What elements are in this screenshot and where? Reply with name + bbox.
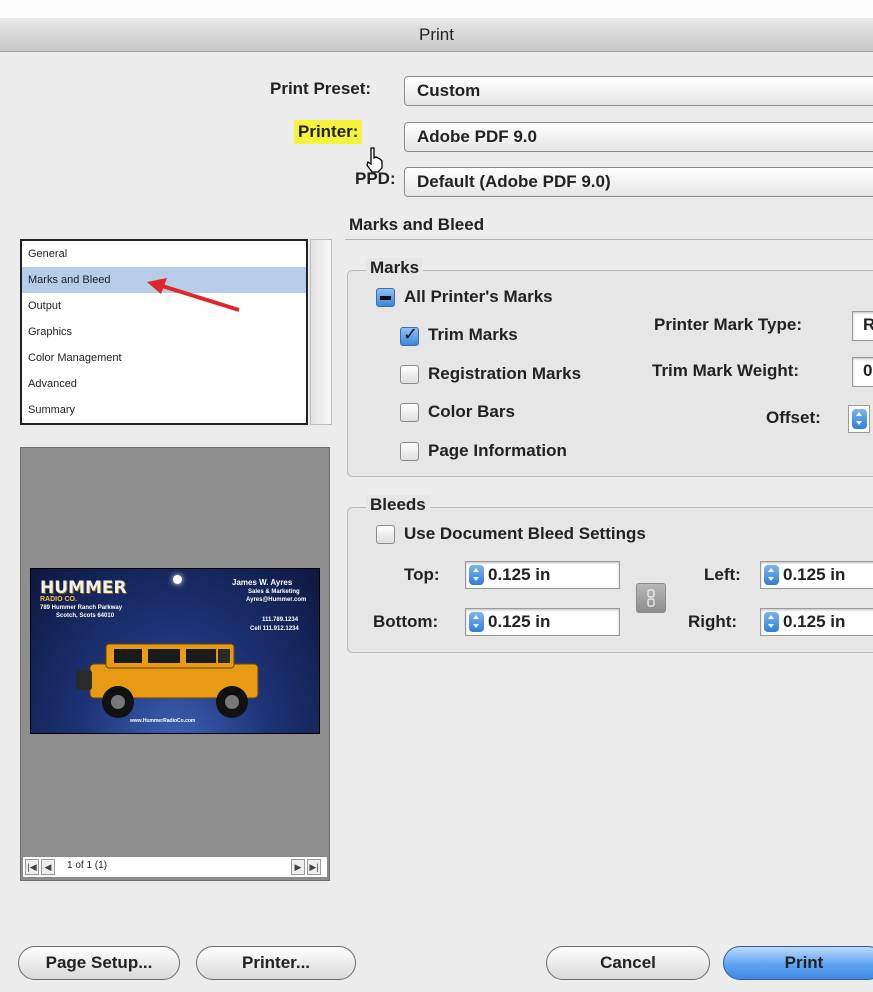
card-name: James W. Ayres — [232, 578, 293, 587]
bleed-right-value: 0.125 in — [783, 612, 846, 631]
trim-mark-weight-value: 0 — [863, 361, 873, 380]
last-page-icon[interactable]: ▶| — [307, 859, 321, 875]
offset-field[interactable] — [848, 405, 870, 433]
page-information-label: Page Information — [428, 441, 567, 460]
card-phone: 111.789.1234 — [262, 617, 299, 623]
bleed-bottom-stepper-icon[interactable] — [469, 612, 484, 632]
offset-label: Offset: — [766, 408, 821, 427]
color-bars-label: Color Bars — [428, 402, 515, 421]
all-printers-marks-checkbox[interactable] — [376, 288, 395, 307]
previous-page-icon[interactable]: ◀ — [41, 859, 55, 875]
preview-pager: |◀ ◀ 1 of 1 (1) ▶ ▶| — [22, 856, 328, 878]
card-logo: HUMMER — [40, 578, 127, 598]
page-information-checkbox[interactable] — [400, 442, 419, 461]
registration-marks-checkbox[interactable] — [400, 365, 419, 384]
moon-decoration — [173, 575, 182, 584]
bleed-right-field[interactable]: 0.125 in — [760, 608, 873, 636]
trim-marks-checkbox[interactable]: ✓ — [400, 324, 419, 346]
section-divider — [345, 239, 873, 240]
bleed-left-value: 0.125 in — [783, 565, 846, 584]
use-document-bleed-label: Use Document Bleed Settings — [404, 524, 646, 543]
category-item-graphics[interactable]: Graphics — [22, 319, 306, 345]
printer-mark-type-value: R — [863, 315, 873, 334]
bleeds-group-title: Bleeds — [366, 495, 430, 515]
bleed-top-label: Top: — [404, 565, 440, 584]
page-setup-button[interactable]: Page Setup... — [18, 946, 180, 980]
link-bleed-settings-button[interactable] — [636, 583, 666, 613]
chain-link-icon — [647, 589, 655, 607]
registration-marks-label: Registration Marks — [428, 364, 582, 383]
printer-mark-type-label: Printer Mark Type: — [654, 315, 803, 334]
top-margin — [0, 0, 873, 18]
color-bars-checkbox[interactable] — [400, 403, 419, 422]
card-email: Ayres@Hummer.com — [246, 597, 307, 603]
next-page-icon[interactable]: ▶ — [291, 859, 305, 875]
first-page-icon[interactable]: |◀ — [25, 859, 39, 875]
use-document-bleed-checkbox[interactable] — [376, 525, 395, 544]
trim-mark-weight-popup[interactable]: 0 — [852, 357, 873, 387]
page-indicator: 1 of 1 (1) — [67, 860, 108, 871]
annotation-arrow-icon — [147, 278, 240, 312]
bleed-top-stepper-icon[interactable] — [469, 565, 484, 585]
cancel-button[interactable]: Cancel — [546, 946, 710, 980]
bleed-top-field[interactable]: 0.125 in — [465, 561, 620, 589]
bleed-right-stepper-icon[interactable] — [764, 612, 779, 632]
printer-label: Printer: — [294, 120, 363, 144]
all-printers-marks-label: All Printer's Marks — [404, 287, 553, 306]
card-logo-subtitle: RADIO CO. — [40, 596, 77, 603]
category-item-advanced[interactable]: Advanced — [22, 371, 306, 397]
bleed-left-field[interactable]: 0.125 in — [760, 561, 873, 589]
bleed-left-stepper-icon[interactable] — [764, 565, 779, 585]
printer-value: Adobe PDF 9.0 — [417, 127, 537, 146]
print-preset-label: Print Preset: — [270, 79, 372, 98]
printer-popup[interactable]: Adobe PDF 9.0 — [404, 122, 873, 152]
printer-button[interactable]: Printer... — [196, 946, 356, 980]
bleed-top-value: 0.125 in — [488, 565, 551, 584]
bleed-bottom-field[interactable]: 0.125 in — [465, 608, 620, 636]
bleed-left-label: Left: — [704, 565, 741, 584]
card-title: Sales & Marketing — [248, 589, 300, 595]
print-preset-value: Custom — [417, 81, 481, 100]
category-item-summary[interactable]: Summary — [22, 397, 306, 423]
section-title: Marks and Bleed — [349, 215, 485, 234]
bleed-right-label: Right: — [688, 612, 738, 631]
card-address-line-2: Scotch, Scots 64010 — [56, 613, 115, 619]
window-title: Print — [0, 18, 873, 52]
print-button[interactable]: Print — [723, 946, 873, 980]
trim-mark-weight-label: Trim Mark Weight: — [652, 361, 800, 380]
ppd-popup[interactable]: Default (Adobe PDF 9.0) — [404, 167, 873, 197]
category-item-color-management[interactable]: Color Management — [22, 345, 306, 371]
ppd-value: Default (Adobe PDF 9.0) — [417, 172, 611, 191]
ppd-label: PPD: — [355, 169, 396, 188]
category-item-general[interactable]: General — [22, 241, 306, 267]
vehicle-image — [76, 643, 259, 718]
trim-marks-label: Trim Marks — [428, 325, 518, 344]
bleed-bottom-label: Bottom: — [373, 612, 439, 631]
category-list[interactable]: General Marks and Bleed Output Graphics … — [20, 239, 308, 425]
marks-group-title: Marks — [366, 258, 424, 278]
printer-mark-type-popup[interactable]: R — [852, 311, 873, 341]
card-address-line-1: 789 Hummer Ranch Parkway — [40, 605, 123, 611]
card-cell: Cell 111.912.1234 — [250, 626, 299, 632]
offset-stepper-icon[interactable] — [852, 409, 867, 429]
print-preset-popup[interactable]: Custom — [404, 76, 873, 106]
category-list-scrollbar[interactable] — [310, 239, 332, 425]
bleed-bottom-value: 0.125 in — [488, 612, 551, 631]
